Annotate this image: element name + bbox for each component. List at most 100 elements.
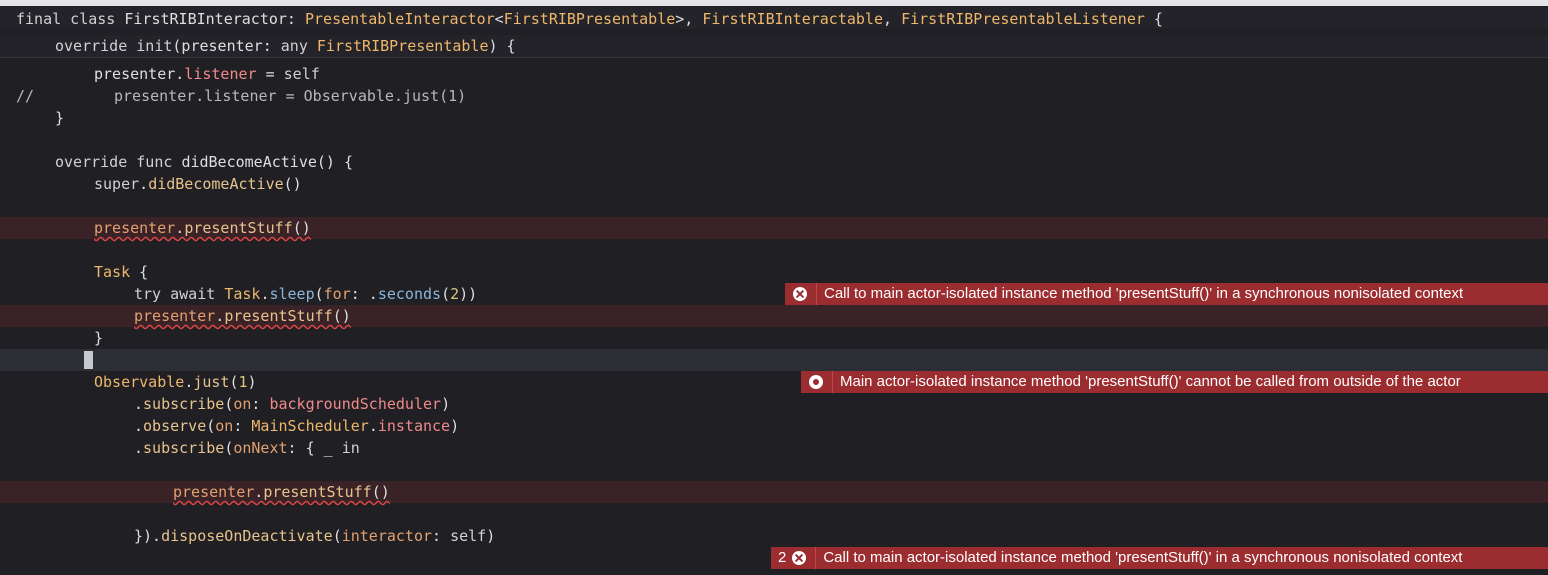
error-count: 2 xyxy=(778,549,787,566)
code-token: presentStuff xyxy=(224,307,333,325)
code-line-error[interactable]: presenter.presentStuff() 2 Call to main … xyxy=(0,481,1548,569)
code-token: . xyxy=(175,219,185,237)
code-token: subscribe xyxy=(143,395,225,413)
code-token: presenter.listener = Observable.just(1) xyxy=(114,87,467,105)
code-token: : { _ xyxy=(287,439,342,457)
code-token: () xyxy=(371,483,390,501)
code-token: // xyxy=(16,87,35,105)
code-token: didBecomeActive() { xyxy=(181,153,354,171)
line-code-text: override func didBecomeActive() { xyxy=(55,151,353,173)
code-line-error[interactable]: presenter.presentStuff() Call to main ac… xyxy=(0,217,1548,305)
error-annotation[interactable]: 2 Call to main actor-isolated instance m… xyxy=(771,547,1548,569)
code-token: ) xyxy=(450,417,460,435)
current-line[interactable] xyxy=(0,349,1548,371)
code-token: presentStuff xyxy=(184,219,293,237)
code-line[interactable]: presenter.listener = self xyxy=(0,63,1548,85)
code-token: listener xyxy=(184,65,257,83)
code-token: super xyxy=(94,175,140,193)
code-token: ( xyxy=(206,417,216,435)
code-token: presenter. xyxy=(94,65,185,83)
code-token: FirstRIBPresentable xyxy=(503,10,676,28)
code-line[interactable]: super.didBecomeActive() xyxy=(0,173,1548,195)
code-line[interactable]: .subscribe(on: backgroundScheduler) xyxy=(0,393,1548,415)
line-code-text: presenter.listener = self xyxy=(94,63,320,85)
code-token: : xyxy=(251,395,270,413)
code-token: interactor xyxy=(341,527,433,545)
code-token: onNext xyxy=(233,439,288,457)
code-token: >, xyxy=(675,10,703,28)
code-token: , xyxy=(883,10,902,28)
code-line[interactable]: override init(presenter: any FirstRIBPre… xyxy=(0,35,1548,57)
code-token: Task xyxy=(224,285,261,303)
code-token: () xyxy=(292,219,311,237)
comment-marker: // xyxy=(16,85,34,107)
line-code-text: Task { xyxy=(94,261,148,283)
code-token: . xyxy=(254,483,264,501)
code-token: { xyxy=(130,263,149,281)
code-line[interactable]: // presenter.listener = Observable.just(… xyxy=(0,85,1548,107)
code-token: FirstRIBPresentable xyxy=(316,37,489,55)
code-line[interactable]: override func didBecomeActive() { xyxy=(0,151,1548,173)
code-token: : . xyxy=(350,285,378,303)
code-token: FirstRIBInteractable xyxy=(702,10,883,28)
code-token: try await xyxy=(134,285,225,303)
code-token: override func xyxy=(55,153,182,171)
line-code-text: presenter.presentStuff() xyxy=(173,481,390,503)
line-code-text: } xyxy=(94,327,103,349)
code-token: ) xyxy=(441,395,451,413)
code-token: () xyxy=(283,175,302,193)
code-token: : xyxy=(233,417,252,435)
code-line[interactable]: .subscribe(onNext: { _ in xyxy=(0,437,1548,459)
code-token: ) xyxy=(247,373,257,391)
code-line[interactable]: final class FirstRIBInteractor: Presenta… xyxy=(0,8,1548,30)
code-line[interactable]: } xyxy=(0,107,1548,129)
code-token: backgroundScheduler xyxy=(269,395,442,413)
code-line-error[interactable]: presenter.presentStuff() Main actor-isol… xyxy=(0,305,1548,393)
code-line[interactable]: .observe(on: MainScheduler.instance) xyxy=(0,415,1548,437)
line-code-text: presenter.listener = Observable.just(1) xyxy=(114,85,466,107)
code-token: on xyxy=(215,417,234,435)
code-token: ( xyxy=(229,373,239,391)
window-top-edge xyxy=(0,0,1548,6)
code-token: : xyxy=(432,527,451,545)
code-token: Task xyxy=(94,263,131,281)
code-token: presenter xyxy=(94,219,176,237)
code-token: 1 xyxy=(238,373,248,391)
code-token: any xyxy=(280,37,317,55)
code-token: override init xyxy=(55,37,173,55)
code-token: } xyxy=(94,329,104,347)
text-cursor xyxy=(84,351,93,369)
code-token: ( xyxy=(441,285,451,303)
line-code-text: presenter.presentStuff() xyxy=(134,305,351,327)
code-token: instance xyxy=(377,417,451,435)
line-code-text: final class FirstRIBInteractor: Presenta… xyxy=(16,8,1163,30)
code-token: in xyxy=(341,439,360,457)
code-token: FirstRIBPresentableListener xyxy=(901,10,1145,28)
line-code-text: .subscribe(onNext: { _ in xyxy=(134,437,360,459)
code-token: sleep xyxy=(269,285,315,303)
code-token: . xyxy=(139,175,149,193)
code-line[interactable]: try await Task.sleep(for: .seconds(2)) xyxy=(0,283,1548,305)
error-x-icon xyxy=(792,551,807,565)
code-token: PresentableInteractor xyxy=(305,10,495,28)
code-token: just xyxy=(193,373,230,391)
code-line[interactable]: } xyxy=(0,327,1548,349)
line-code-text: Observable.just(1) xyxy=(94,371,257,393)
line-code-text: .subscribe(on: backgroundScheduler) xyxy=(134,393,450,415)
code-token: on xyxy=(233,395,252,413)
code-line[interactable]: }).disposeOnDeactivate(interactor: self) xyxy=(0,525,1548,547)
code-token: (presenter: xyxy=(172,37,281,55)
code-token: . xyxy=(134,395,144,413)
code-token: 2 xyxy=(450,285,460,303)
code-line[interactable]: Observable.just(1) xyxy=(0,371,1548,393)
code-token: } xyxy=(55,109,65,127)
code-token: self xyxy=(450,527,487,545)
code-token: presenter xyxy=(134,307,216,325)
code-token: }). xyxy=(134,527,162,545)
code-token: final class xyxy=(16,10,125,28)
code-token: )) xyxy=(459,285,478,303)
code-token: disposeOnDeactivate xyxy=(161,527,333,545)
code-line[interactable]: Task { xyxy=(0,261,1548,283)
code-token: ( xyxy=(332,527,342,545)
code-token: FirstRIBInteractor: xyxy=(124,10,305,28)
